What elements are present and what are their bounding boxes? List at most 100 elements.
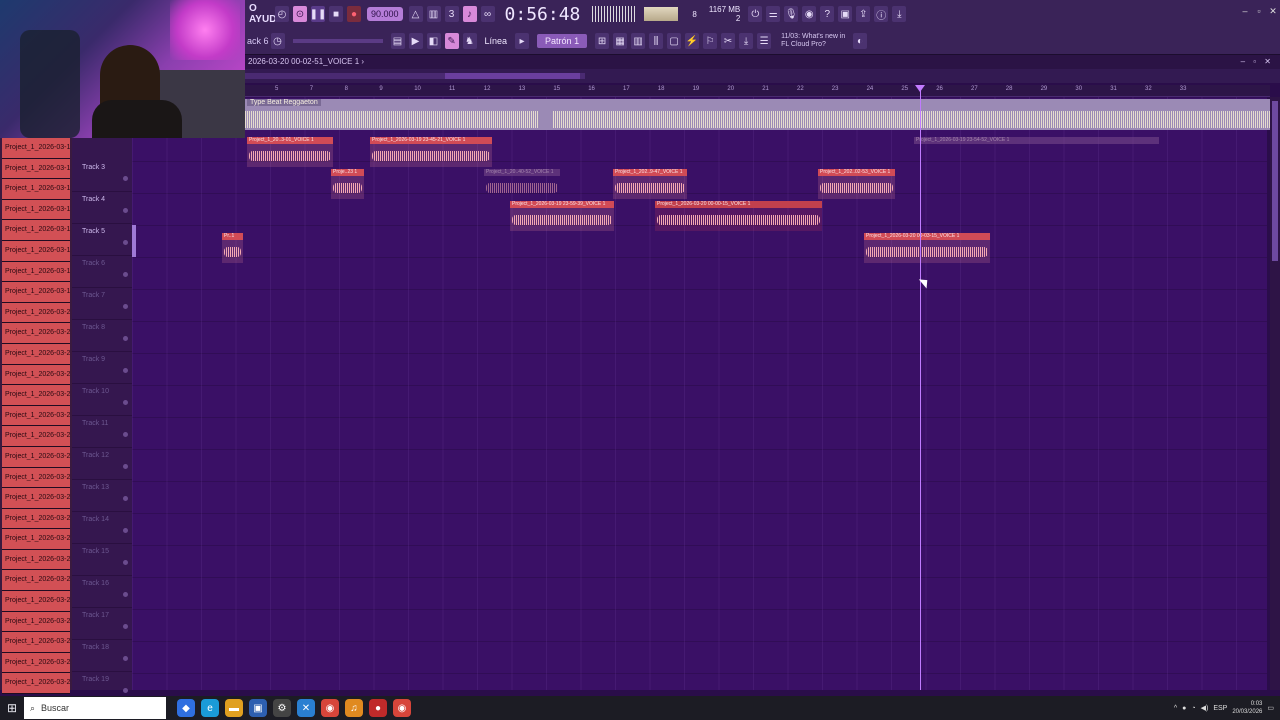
pattern-select[interactable]: Patrón 1 xyxy=(537,34,588,48)
paint-tool-icon[interactable]: ♞ xyxy=(462,33,477,49)
track-enable-icon[interactable] xyxy=(123,656,128,661)
audio-clip-ghost[interactable]: Project_1_2026-03-19 23-54-52_VOICE 1 xyxy=(914,137,1159,167)
track-header[interactable]: Track 11 xyxy=(72,416,132,448)
track-enable-icon[interactable] xyxy=(123,592,128,597)
playlist-view-icon[interactable]: ⊞ xyxy=(595,33,610,49)
edge-icon[interactable]: e xyxy=(201,699,219,717)
blend-notes-icon[interactable]: ♪ xyxy=(462,6,477,22)
mixer-view-icon[interactable]: ⫼ xyxy=(649,33,664,49)
clip-list-item[interactable]: Project_1_2026-03-19 2 xyxy=(2,261,70,283)
track-enable-icon[interactable] xyxy=(123,400,128,405)
track-enable-icon[interactable] xyxy=(123,496,128,501)
track-enable-icon[interactable] xyxy=(123,208,128,213)
microphone-icon[interactable]: 🎙 xyxy=(784,6,799,22)
help-icon[interactable]: ? xyxy=(820,6,835,22)
clip-list-item[interactable]: Project_1_2026-03-20 0 xyxy=(2,446,70,468)
clip-list-item[interactable]: Project_1_2026-03-20 0 xyxy=(2,488,70,509)
pause-button[interactable]: ❚❚ xyxy=(310,6,326,22)
info-icon[interactable]: ⓘ xyxy=(874,6,889,22)
playlist-icon[interactable]: ▤ xyxy=(390,33,405,49)
audio-clip[interactable]: Project_1_2026-03-20 00-03-15_VOICE 1 xyxy=(864,233,990,263)
news-panel[interactable]: 11/03: What's new in FL Cloud Pro? xyxy=(781,33,851,49)
clip-list-item[interactable]: Project_1_2026-03-20 0 xyxy=(2,591,70,612)
step-edit-icon[interactable]: ▥ xyxy=(426,6,441,22)
track-enable-icon[interactable] xyxy=(123,240,128,245)
clip-list-item[interactable]: Project_1_2026-03-20 0 xyxy=(2,570,70,592)
clip-list-item[interactable]: Project_1_2026-03-20 0 xyxy=(2,385,70,406)
audio-clip[interactable]: Project_1_20..3-01_VOICE 1 xyxy=(247,137,333,167)
save-icon[interactable]: ▣ xyxy=(838,6,853,22)
vscode-icon[interactable]: ✕ xyxy=(297,699,315,717)
clip-list-item[interactable]: Project_1_2026-03-20 0 xyxy=(2,426,70,447)
clip-list-item[interactable]: Project_1_2026-03-20 0 xyxy=(2,343,70,365)
track-header[interactable]: Track 10 xyxy=(72,384,132,416)
snap-select[interactable]: Línea xyxy=(485,36,508,46)
taskbar-search[interactable]: ⌕ Buscar xyxy=(24,697,166,719)
clip-list-item[interactable]: Project_1_2026-03-19 2 xyxy=(2,138,70,159)
track-header[interactable]: Track 3 xyxy=(72,160,132,192)
playlist-window-controls[interactable]: – ▫ ✕ xyxy=(1241,55,1274,69)
countdown-icon[interactable]: 3 xyxy=(444,6,459,22)
notifications-icon[interactable]: ▭ xyxy=(1267,704,1274,712)
store-icon[interactable]: ▣ xyxy=(249,699,267,717)
playhead-line[interactable] xyxy=(920,85,921,690)
clip-list-item[interactable]: Project_1_2026-03-20 0 xyxy=(2,508,70,530)
clip-list-item[interactable]: Project_1_2026-03-19 2 xyxy=(2,240,70,262)
tray-volume-icon[interactable]: ◀) xyxy=(1201,704,1209,712)
clip-list-item[interactable]: Project_1_2026-03-19 2 xyxy=(2,199,70,221)
clip-list-item[interactable]: Project_1_2026-03-19 2 xyxy=(2,282,70,303)
wrench-icon[interactable]: ✂ xyxy=(721,33,736,49)
audio-clip-ghost[interactable]: Project_1_20..40-52_VOICE 1 xyxy=(484,169,560,199)
close-icon[interactable]: ✕ xyxy=(1268,6,1278,16)
windows-start-icon[interactable]: ⊞ xyxy=(0,696,24,720)
plugin-icon[interactable]: ▢ xyxy=(667,33,682,49)
track-header[interactable]: Track 15 xyxy=(72,544,132,576)
loop-record-icon[interactable]: ∞ xyxy=(480,6,495,22)
track-enable-icon[interactable] xyxy=(123,336,128,341)
scroll-thumb[interactable] xyxy=(445,73,580,79)
clip-list-item[interactable]: Project_1_2026-03-20 0 xyxy=(2,632,70,653)
draw-tool-icon[interactable]: ✎ xyxy=(444,33,459,49)
track-enable-icon[interactable] xyxy=(123,560,128,565)
track-header[interactable]: Track 18 xyxy=(72,640,132,672)
audio-clip[interactable]: Project_1_2026-03-19 23-59-39_VOICE 1 xyxy=(510,201,614,231)
export-icon[interactable]: ⇪ xyxy=(856,6,871,22)
clip-list-item[interactable]: Project_1_2026-03-19 2 xyxy=(2,220,70,241)
clip-list-item[interactable]: Project_1_2026-03-19 2 xyxy=(2,179,70,200)
record-button[interactable]: ● xyxy=(347,6,361,22)
track-header[interactable]: Track 17 xyxy=(72,608,132,640)
list-icon[interactable]: ☰ xyxy=(757,33,772,49)
tray-wifi-icon[interactable]: ◔ xyxy=(1191,705,1195,712)
clip-list-item[interactable]: Project_1_2026-03-20 0 xyxy=(2,652,70,674)
track-header[interactable]: Track 9 xyxy=(72,352,132,384)
fl-studio-icon[interactable]: ♫ xyxy=(345,699,363,717)
mode-toggle-button[interactable]: ⊙ xyxy=(293,6,307,22)
download-icon[interactable]: ⤓ xyxy=(892,6,907,22)
menu-button[interactable]: O AYUDA xyxy=(245,3,284,25)
clip-list-item[interactable]: Project_1_2026-03-20 0 xyxy=(2,302,70,324)
tray-language[interactable]: ESP xyxy=(1213,705,1227,712)
arrangement-grid[interactable] xyxy=(132,97,1267,690)
song-time-display[interactable]: 0:56:48 xyxy=(505,4,581,25)
track-enable-icon[interactable] xyxy=(123,528,128,533)
track-enable-icon[interactable] xyxy=(123,176,128,181)
clip-list-item[interactable]: Project_1_2026-03-20 0 xyxy=(2,364,70,386)
audio-clip[interactable]: Project_1_2026-03-20 00-00-15_VOICE 1 xyxy=(655,201,822,231)
audio-clip[interactable]: Project_1_2026-03-19 23-45-21_VOICE 1 xyxy=(370,137,492,167)
track-header[interactable]: Track 16 xyxy=(72,576,132,608)
tempo-display[interactable]: 90.000 xyxy=(367,7,403,21)
track-header[interactable]: Track 14 xyxy=(72,512,132,544)
audio-clip[interactable]: Proje..23 1 xyxy=(331,169,364,199)
chrome-alt-icon[interactable]: ◉ xyxy=(393,699,411,717)
clip-list-item[interactable]: Project_1_2026-03-20 0 xyxy=(2,323,70,344)
audio-clip[interactable]: Pr..1 xyxy=(222,233,243,263)
clip-list-item[interactable]: Project_1_2026-03-19 2 xyxy=(2,158,70,180)
tray-clock[interactable]: 0:03 20/03/2026 xyxy=(1232,700,1262,716)
channel-rack-icon[interactable]: ▦ xyxy=(613,33,628,49)
download-view-icon[interactable]: ⤓ xyxy=(739,33,754,49)
track-enable-icon[interactable] xyxy=(123,304,128,309)
clip-list-item[interactable]: Project_1_2026-03-20 0 xyxy=(2,549,70,571)
copilot-icon[interactable]: ◆ xyxy=(177,699,195,717)
track-enable-icon[interactable] xyxy=(123,624,128,629)
track-header[interactable]: Track 13 xyxy=(72,480,132,512)
